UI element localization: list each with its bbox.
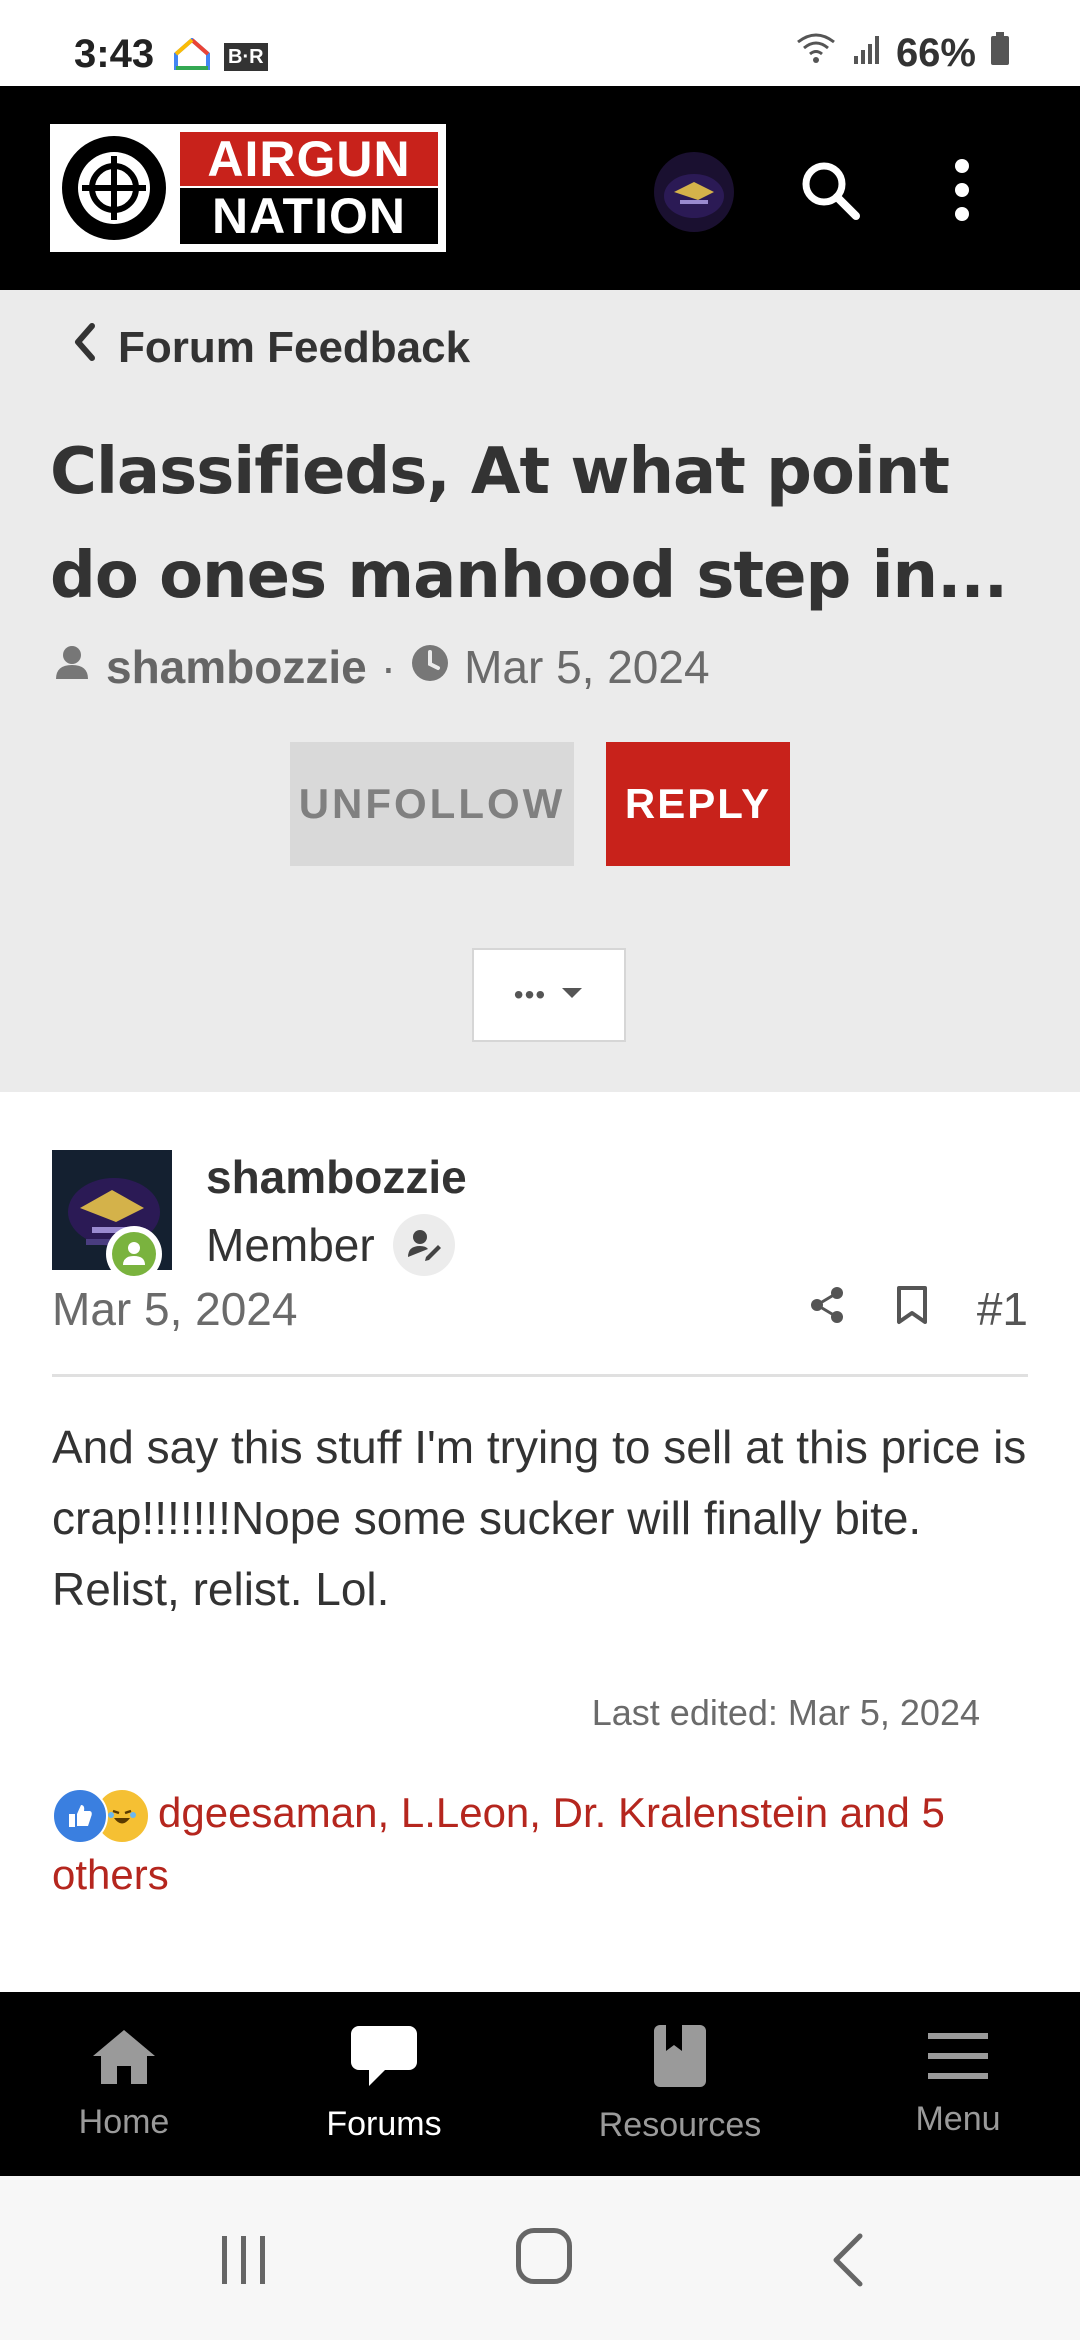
more-options-dropdown[interactable]: ••• <box>472 948 626 1042</box>
crosshair-icon <box>62 136 166 240</box>
back-icon[interactable] <box>828 2230 868 2290</box>
like-icon <box>52 1787 108 1844</box>
nav-home-label: Home <box>78 2103 170 2141</box>
nav-resources-label: Resources <box>598 2106 762 2144</box>
user-icon <box>52 640 92 694</box>
post-number[interactable]: #1 <box>977 1282 1028 1336</box>
status-notification-icons: B·R <box>174 37 268 75</box>
status-system-icons: 66% <box>794 30 1010 76</box>
reaction-icons <box>52 1787 150 1844</box>
app-bar: AIRGUN NATION <box>0 86 1080 290</box>
nav-forums-label: Forums <box>326 2105 442 2143</box>
online-status-icon <box>106 1226 162 1282</box>
thread-date[interactable]: Mar 5, 2024 <box>464 640 709 694</box>
signal-icon <box>852 31 882 76</box>
google-home-icon <box>174 37 210 75</box>
breadcrumb[interactable]: Forum Feedback <box>70 320 470 375</box>
logo-text-bottom: NATION <box>180 188 438 244</box>
forums-icon <box>349 2024 419 2097</box>
bottom-nav: Home Forums Resources Menu <box>0 1992 1080 2176</box>
post-role: Member <box>206 1214 455 1276</box>
search-icon[interactable] <box>790 150 870 230</box>
nav-menu[interactable]: Menu <box>868 1992 1048 2176</box>
resources-icon <box>650 2023 710 2098</box>
home-button-icon[interactable] <box>516 2228 572 2284</box>
status-bar: 3:43 B·R 66% <box>0 0 1080 86</box>
post-body: And say this stuff I'm trying to sell at… <box>52 1421 1027 1615</box>
chevron-left-icon <box>70 320 98 375</box>
recents-icon[interactable] <box>216 2232 272 2288</box>
more-vert-icon[interactable] <box>940 150 984 230</box>
system-nav-bar <box>0 2176 1080 2340</box>
nav-forums[interactable]: Forums <box>294 1992 474 2176</box>
wifi-icon <box>794 30 838 76</box>
member-badge-icon <box>392 1214 455 1276</box>
bookmark-icon[interactable] <box>895 1282 929 1336</box>
meta-separator: · <box>380 641 397 693</box>
menu-icon <box>926 2029 990 2092</box>
more-dots-icon: ••• <box>513 979 547 1010</box>
reactions-text: dgeesaman, L.Leon, Dr. Kralenstein and 5… <box>52 1789 945 1898</box>
thread-header: Forum Feedback Classifieds, At what poin… <box>0 290 1080 1092</box>
battery-percent: 66% <box>895 30 976 75</box>
nav-resources[interactable]: Resources <box>590 1992 770 2176</box>
post-date[interactable]: Mar 5, 2024 <box>52 1282 297 1336</box>
page-title: Classifieds, At what point do ones manho… <box>50 435 1008 613</box>
status-time: 3:43 <box>74 32 155 76</box>
thread-author[interactable]: shambozzie <box>106 640 367 694</box>
reply-button[interactable]: REPLY <box>606 742 790 866</box>
post-actions: #1 <box>807 1282 1028 1336</box>
divider <box>52 1374 1028 1377</box>
nav-menu-label: Menu <box>915 2100 1001 2138</box>
post-author[interactable]: shambozzie <box>206 1150 467 1204</box>
unfollow-button[interactable]: UNFOLLOW <box>290 742 574 866</box>
share-icon[interactable] <box>807 1282 847 1336</box>
reactions[interactable]: dgeesaman, L.Leon, Dr. Kralenstein and 5… <box>52 1782 1032 1906</box>
breadcrumb-label: Forum Feedback <box>118 322 471 372</box>
clock-icon <box>410 640 450 694</box>
logo-text-top: AIRGUN <box>180 132 438 186</box>
thread-meta: shambozzie · Mar 5, 2024 <box>52 640 710 694</box>
caret-down-icon <box>560 986 584 1005</box>
bleacher-report-icon: B·R <box>224 42 268 71</box>
avatar[interactable] <box>654 152 734 232</box>
last-edited: Last edited: Mar 5, 2024 <box>591 1692 980 1733</box>
home-icon <box>89 2026 159 2095</box>
airgun-nation-logo[interactable]: AIRGUN NATION <box>50 124 446 252</box>
post: shambozzie Member Mar 5, 2024 #1 And say… <box>0 1092 1080 1992</box>
post-role-label: Member <box>206 1219 375 1271</box>
nav-home[interactable]: Home <box>34 1992 214 2176</box>
battery-icon <box>990 31 1010 76</box>
